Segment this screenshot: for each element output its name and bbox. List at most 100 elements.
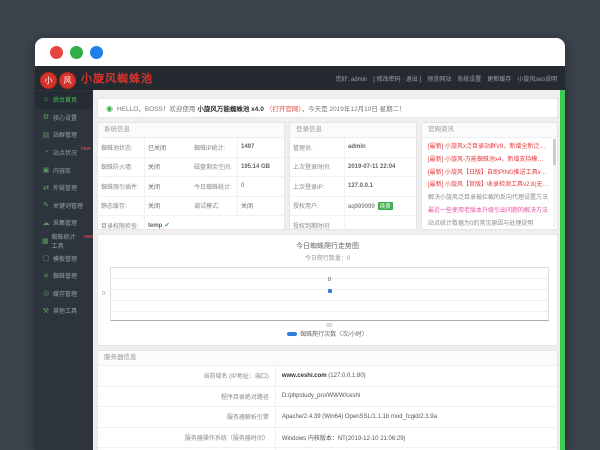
login-info-panel: 登录信息 管理员:admin上次登录时间:2019-07-11 22:04上次登…: [289, 122, 417, 230]
table-row: 管理员:admin: [290, 138, 416, 157]
server-label: 程序目录绝对路径: [98, 386, 275, 407]
sidebar-item[interactable]: ▢模板管理: [35, 249, 93, 267]
sidebar-item[interactable]: ◎缓存管理: [35, 285, 93, 303]
system-label: 静态缓存:: [98, 196, 145, 216]
table-row: 授权用户:aq999999续费: [290, 196, 416, 216]
official-site-link[interactable]: （打开官网）: [266, 106, 302, 113]
news-item[interactable]: 站点统计数据为0的常见原因与处理说明: [428, 218, 549, 229]
sidebar-item[interactable]: ☁采集管理: [35, 214, 93, 232]
sidebar-item[interactable]: ⇄外链管理: [35, 179, 93, 197]
table-row: 服务器解析引擎Apache/2.4.39 (Win64) OpenSSL/1.1…: [98, 407, 557, 428]
keyword-icon: ✎: [42, 201, 50, 209]
news-item[interactable]: [最新] 小旋风x泛目录站群V8，新增全新泛目录模板，新版模板优化: [428, 141, 549, 154]
login-label: 上次登录IP:: [290, 177, 345, 197]
close-button[interactable]: [50, 46, 63, 59]
minimize-button[interactable]: [70, 46, 83, 59]
sidebar-item-label: 蜘蛛管理: [53, 271, 77, 280]
news-item[interactable]: 解决小旋风泛目录被拦截的反向代理设置方法: [428, 192, 549, 205]
system-label: 蜘蛛防火墙:: [98, 157, 145, 177]
table-row: 蜘蛛防火墙:关闭磁盘剩余空间:195.14 GB: [98, 157, 284, 177]
renew-badge[interactable]: 续费: [378, 202, 393, 210]
news-item[interactable]: [最新] 小旋风【日版】自助PING推送工具v3(日增送量百万): [428, 167, 549, 180]
sidebar-item-label: 模板管理: [53, 254, 77, 263]
sidebar-item-label: 外链管理: [53, 183, 77, 192]
table-row: 服务器操作系统（服务器时间）Windows 内核版本：NT(2019-12-10…: [98, 427, 557, 448]
info-panels-row: 系统信息 蜘蛛池状态:已关闭蜘蛛IP统计:1497蜘蛛防火墙:关闭磁盘剩余空间:…: [97, 122, 558, 230]
system-label: 磁盘剩余空间:: [191, 157, 238, 177]
maximize-button[interactable]: [90, 46, 103, 59]
login-value: aq999999续费: [345, 196, 417, 216]
account-links[interactable]: [ 修改密码 · 退出 ]: [373, 74, 421, 83]
panel-title: 登录信息: [290, 123, 416, 138]
topbar-link[interactable]: 小旋风seo说明: [517, 74, 557, 83]
sidebar-item[interactable]: ◔站点状况new: [35, 144, 93, 162]
sidebar-item[interactable]: ✳蜘蛛管理: [35, 267, 93, 285]
server-label: 服务器操作系统（服务器时间）: [98, 427, 275, 448]
product-name: 小旋风万能蜘蛛池 x4.0: [197, 106, 263, 113]
sidebar-item[interactable]: ▤站群管理: [35, 126, 93, 144]
brand-title: 小旋风蜘蛛池: [81, 70, 153, 86]
login-value: 127.0.0.1: [345, 177, 417, 197]
panel-title: 官网资讯: [422, 123, 557, 138]
stats-icon: ▦: [42, 237, 49, 245]
sidebar-item-label: 蜘蛛统计工具: [52, 232, 80, 250]
sidebar-item[interactable]: ⚙核心设置: [35, 109, 93, 127]
sidebar-item[interactable]: ▣内容库: [35, 161, 93, 179]
news-scrollbar[interactable]: [553, 139, 556, 227]
content-icon: ▣: [42, 166, 50, 174]
new-badge: new: [84, 234, 93, 240]
server-info-table: 当前域名 (IP地址：端口)www.ceshi.com (127.0.0.1:8…: [98, 366, 557, 450]
new-badge: new: [81, 146, 90, 152]
sidebar-item[interactable]: ⚒其他工具: [35, 302, 93, 320]
news-panel: 官网资讯 [最新] 小旋风x泛目录站群V8，新增全新泛目录模板，新版模板优化[最…: [421, 122, 558, 230]
logo-seal-icon: 小: [40, 72, 57, 89]
sidebar-item-label: 内容库: [53, 166, 71, 175]
login-label: 管理员:: [290, 138, 345, 157]
login-label: 授权用户:: [290, 196, 345, 216]
spider-trend-chart: 今日蜘蛛爬行走势图 今日爬行数量：0 0 0 00 蜘蛛爬行次数（次/小时）: [97, 234, 558, 346]
sidebar-item-label: 其他工具: [53, 306, 77, 315]
system-value: 关闭: [238, 196, 285, 216]
chart-plot-area: 0 0 00: [110, 267, 549, 321]
login-label: 授权到期时间:: [290, 216, 345, 236]
brand-logo[interactable]: 小 风 小旋风蜘蛛池: [40, 68, 153, 89]
news-item[interactable]: [最新] 小旋风【官版】收录检测工具v2.8(无需Cookie): [428, 179, 549, 192]
login-value: [345, 216, 417, 236]
login-value: admin: [345, 138, 417, 157]
admin-app: 小 风 小旋风蜘蛛池 您好: admin [ 修改密码 · 退出 ] 预览网站系…: [35, 66, 565, 450]
news-item[interactable]: [最新] 小旋风-万能蜘蛛池x4，新增支持模板，转换MIP推送: [428, 154, 549, 167]
check-icon: ✔: [164, 222, 169, 229]
gear-icon: ⚙: [42, 113, 50, 121]
table-row: 上次登录时间:2019-07-11 22:04: [290, 157, 416, 177]
sidebar-item-label: 核心设置: [53, 113, 77, 122]
spider-icon: ✳: [42, 272, 50, 280]
sidebar-item[interactable]: ▦蜘蛛统计工具 new: [35, 232, 93, 250]
panel-title: 系统信息: [98, 123, 284, 138]
table-row: 程序目录绝对路径D:/phpstudy_pro/WWW/ceshi: [98, 386, 557, 407]
y-axis-tick: 0: [102, 291, 105, 297]
sidebar-item-label: 站群管理: [53, 130, 77, 139]
status-dot-icon: ◉: [106, 104, 113, 113]
tools-icon: ⚒: [42, 307, 50, 315]
legend-marker-icon: [287, 332, 297, 336]
topbar-link[interactable]: 系统设置: [457, 74, 481, 83]
sidebar-item-label: 关键词管理: [53, 201, 83, 210]
page-scrollbar[interactable]: [560, 90, 565, 450]
news-item[interactable]: 最近一些使用老版本升级引出问题的解决方法: [428, 205, 549, 218]
topbar-link[interactable]: 预览网站: [427, 74, 451, 83]
welcome-bar: ◉ HELLO，BOSS！欢迎使用小旋风万能蜘蛛池 x4.0（打开官网），今天是…: [97, 98, 558, 118]
sidebar-item[interactable]: ✎关键词管理: [35, 197, 93, 215]
data-point[interactable]: [328, 289, 332, 293]
sidebar-item-label: 站点状况: [53, 148, 77, 157]
server-value-strong: www.ceshi.com: [282, 373, 327, 379]
cache-icon: ◎: [42, 289, 50, 297]
sidebar-item-label: 后台首页: [53, 95, 77, 104]
topbar-link[interactable]: 更新缓存: [487, 74, 511, 83]
sidebar-item[interactable]: ⌂后台首页: [35, 91, 93, 109]
news-list: [最新] 小旋风x泛目录站群V8，新增全新泛目录模板，新版模板优化[最新] 小旋…: [422, 138, 557, 229]
system-label: 蜘蛛强引插件:: [98, 177, 145, 197]
chart-legend[interactable]: 蜘蛛爬行次数（次/小时）: [98, 329, 557, 338]
system-value: 0: [238, 177, 285, 197]
table-row: 蜘蛛强引插件:关闭今日蜘蛛统计:0: [98, 177, 284, 197]
app-body: ⌂后台首页⚙核心设置▤站群管理◔站点状况new▣内容库⇄外链管理✎关键词管理☁采…: [35, 90, 565, 450]
